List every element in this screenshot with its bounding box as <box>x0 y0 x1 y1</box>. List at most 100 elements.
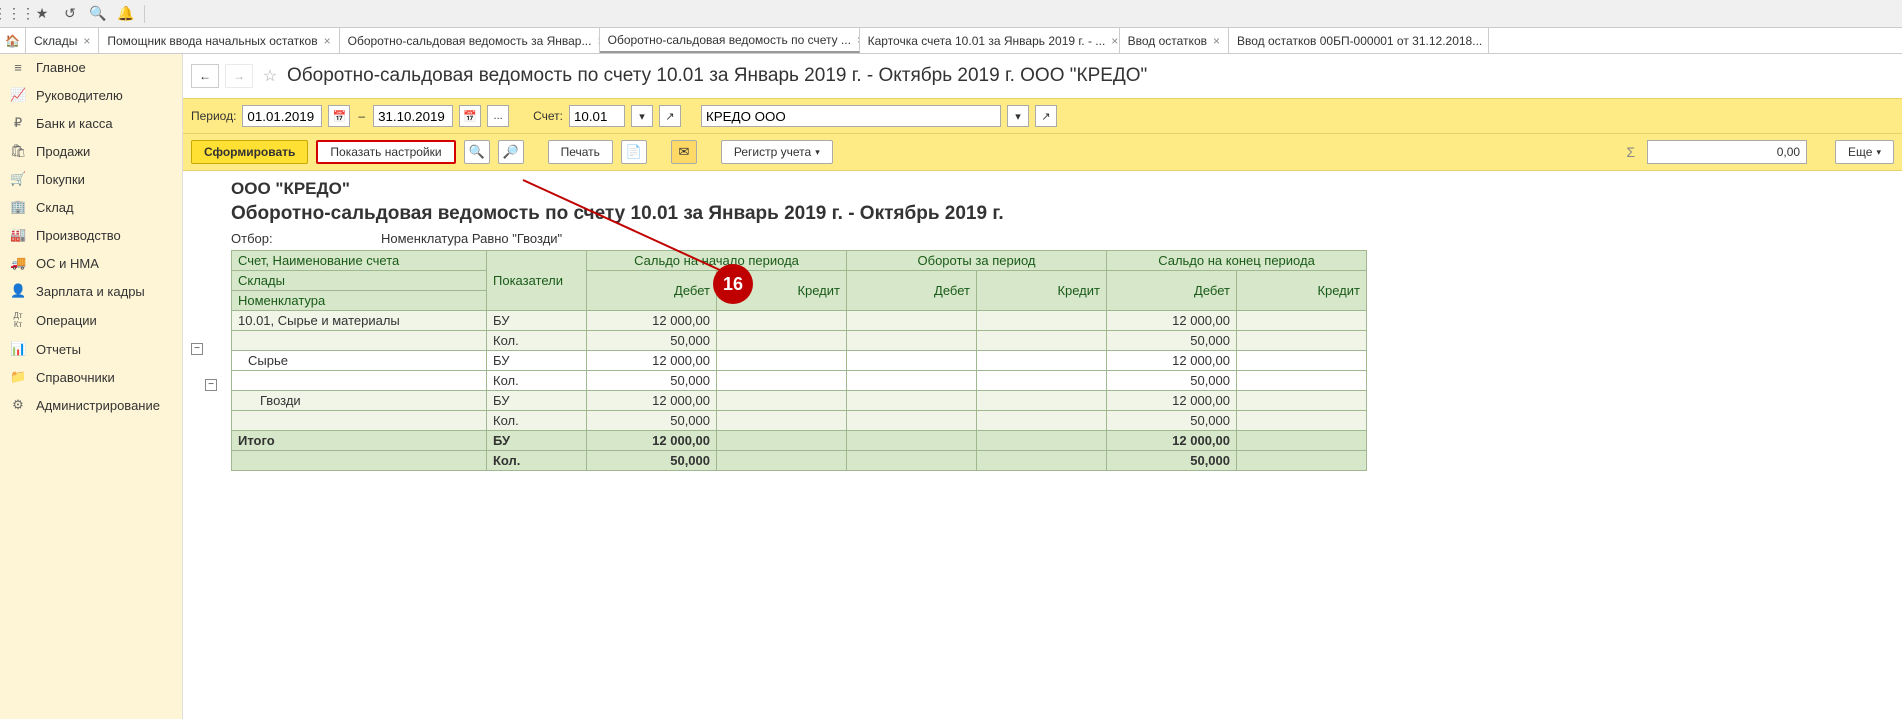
page-header: ← → ☆ Оборотно-сальдовая ведомость по сч… <box>183 54 1902 98</box>
account-label: Счет: <box>533 109 563 123</box>
company-name: ООО "КРЕДО" <box>231 179 1894 199</box>
org-dropdown-icon[interactable]: ▾ <box>1007 105 1029 127</box>
sidebar-label: Зарплата и кадры <box>36 284 145 299</box>
sidebar-icon: 📈 <box>10 87 26 103</box>
sidebar-label: Главное <box>36 60 86 75</box>
table-row[interactable]: 10.01, Сырье и материалыБУ12 000,0012 00… <box>232 311 1367 331</box>
col-credit: Кредит <box>1237 271 1367 311</box>
sidebar-item-1[interactable]: 📈Руководителю <box>0 81 182 109</box>
sidebar-icon: ⚙ <box>10 397 26 413</box>
home-tab[interactable]: 🏠 <box>0 28 26 53</box>
nav-back-button[interactable]: ← <box>191 64 219 88</box>
table-row[interactable]: Кол.50,00050,000 <box>232 331 1367 351</box>
email-icon[interactable]: ✉ <box>671 140 697 164</box>
sidebar-label: Склад <box>36 200 74 215</box>
close-icon[interactable]: × <box>83 34 90 48</box>
tab-5[interactable]: Ввод остатков× <box>1120 28 1229 53</box>
find-next-icon[interactable]: 🔎 <box>498 140 524 164</box>
account-dropdown-icon[interactable]: ▾ <box>631 105 653 127</box>
tab-3[interactable]: Оборотно-сальдовая ведомость по счету ..… <box>600 28 860 53</box>
tab-0[interactable]: Склады× <box>26 28 99 53</box>
close-icon[interactable]: × <box>1488 34 1489 48</box>
table-row[interactable]: ГвоздиБУ12 000,0012 000,00 <box>232 391 1367 411</box>
account-input[interactable] <box>569 105 625 127</box>
sidebar-icon: 🚚 <box>10 255 26 271</box>
table-row[interactable]: СырьеБУ12 000,0012 000,00 <box>232 351 1367 371</box>
action-bar: Сформировать Показать настройки 🔍 🔎 Печа… <box>183 134 1902 171</box>
col-credit: Кредит <box>977 271 1107 311</box>
sidebar-item-8[interactable]: 👤 Зарплата и кадры <box>0 277 182 305</box>
generate-button[interactable]: Сформировать <box>191 140 308 164</box>
separator <box>144 5 145 23</box>
sidebar-label: Справочники <box>36 370 115 385</box>
collapse-handle[interactable]: − <box>191 343 203 355</box>
system-toolbar: ⋮⋮⋮ ★ ↺ 🔍 🔔 <box>0 0 1902 28</box>
tab-2[interactable]: Оборотно-сальдовая ведомость за Январ...… <box>340 28 600 53</box>
apps-icon[interactable]: ⋮⋮⋮ <box>4 4 24 24</box>
sidebar-icon: 🛍 <box>10 143 26 159</box>
sidebar-label: Банк и касса <box>36 116 113 131</box>
sidebar-icon: 🛒 <box>10 171 26 187</box>
register-button[interactable]: Регистр учета ▾ <box>721 140 833 164</box>
search-icon[interactable]: 🔍 <box>88 4 108 24</box>
org-open-icon[interactable]: ↗ <box>1035 105 1057 127</box>
show-settings-button[interactable]: Показать настройки <box>316 140 455 164</box>
bell-icon[interactable]: 🔔 <box>116 4 136 24</box>
sidebar-item-12[interactable]: ⚙ Администрирование <box>0 391 182 419</box>
period-label: Период: <box>191 109 236 123</box>
sidebar-item-4[interactable]: 🛒 Покупки <box>0 165 182 193</box>
favorite-icon[interactable]: ☆ <box>259 65 281 87</box>
period-picker-button[interactable]: ... <box>487 105 509 127</box>
close-icon[interactable]: × <box>324 34 331 48</box>
sidebar-item-7[interactable]: 🚚ОС и НМА <box>0 249 182 277</box>
table-row[interactable]: Кол.50,00050,000 <box>232 371 1367 391</box>
page-title: Оборотно-сальдовая ведомость по счету 10… <box>287 65 1147 87</box>
calendar-to-icon[interactable]: 📅 <box>459 105 481 127</box>
sum-value: 0,00 <box>1647 140 1807 164</box>
preview-icon[interactable]: 📄 <box>621 140 647 164</box>
col-debit: Дебет <box>847 271 977 311</box>
star-icon[interactable]: ★ <box>32 4 52 24</box>
tab-1[interactable]: Помощник ввода начальных остатков× <box>99 28 339 53</box>
tab-6[interactable]: Ввод остатков 00БП-000001 от 31.12.2018.… <box>1229 28 1489 53</box>
table-row[interactable]: Кол.50,00050,000 <box>232 411 1367 431</box>
col-debit: Дебет <box>587 271 717 311</box>
account-open-icon[interactable]: ↗ <box>659 105 681 127</box>
collapse-handle[interactable]: − <box>205 379 217 391</box>
col-nomen: Номенклатура <box>232 291 487 311</box>
close-icon[interactable]: × <box>1111 34 1118 48</box>
tab-4[interactable]: Карточка счета 10.01 за Январь 2019 г. -… <box>860 28 1120 53</box>
sidebar-item-3[interactable]: 🛍 Продажи <box>0 137 182 165</box>
sidebar-label: Покупки <box>36 172 85 187</box>
sigma-label: Σ <box>1626 144 1635 160</box>
sidebar-label: Продажи <box>36 144 90 159</box>
more-button[interactable]: Еще ▾ <box>1835 140 1894 164</box>
sidebar-item-0[interactable]: ≡Главное <box>0 54 182 81</box>
sidebar-item-2[interactable]: ₽Банк и касса <box>0 109 182 137</box>
sidebar-item-6[interactable]: 🏭Производство <box>0 221 182 249</box>
history-icon[interactable]: ↺ <box>60 4 80 24</box>
sidebar-item-5[interactable]: 🏢Склад <box>0 193 182 221</box>
col-start: Сальдо на начало периода <box>587 251 847 271</box>
date-from-input[interactable] <box>242 105 322 127</box>
report-area: − − ООО "КРЕДО" Оборотно-сальдовая ведом… <box>183 171 1902 719</box>
close-icon[interactable]: × <box>1213 34 1220 48</box>
col-turnover: Обороты за период <box>847 251 1107 271</box>
date-to-input[interactable] <box>373 105 453 127</box>
sidebar-icon: 👤 <box>10 283 26 299</box>
sidebar-item-9[interactable]: Дт КтОперации <box>0 305 182 335</box>
sidebar-item-11[interactable]: 📁Справочники <box>0 363 182 391</box>
filter-line: Отбор: Номенклатура Равно "Гвозди" <box>231 231 1894 246</box>
sidebar-label: Администрирование <box>36 398 160 413</box>
sidebar-label: Производство <box>36 228 121 243</box>
print-button[interactable]: Печать <box>548 140 613 164</box>
col-credit: Кредит <box>717 271 847 311</box>
nav-forward-button[interactable]: → <box>225 64 253 88</box>
org-input[interactable] <box>701 105 1001 127</box>
content-area: ← → ☆ Оборотно-сальдовая ведомость по сч… <box>183 54 1902 719</box>
sidebar-item-10[interactable]: 📊Отчеты <box>0 335 182 363</box>
sidebar-icon: Дт Кт <box>10 311 26 329</box>
find-icon[interactable]: 🔍 <box>464 140 490 164</box>
col-end: Сальдо на конец периода <box>1107 251 1367 271</box>
calendar-from-icon[interactable]: 📅 <box>328 105 350 127</box>
